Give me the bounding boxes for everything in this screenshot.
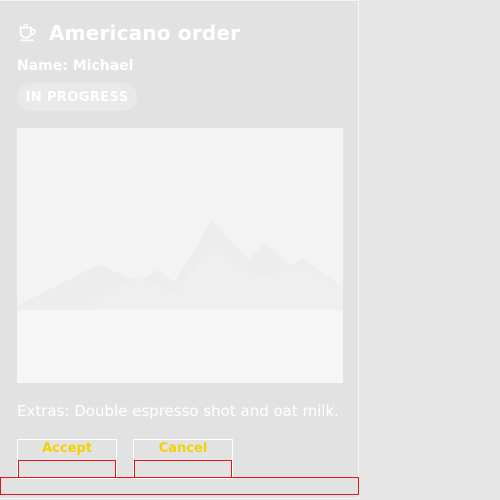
customer-name: Name: Michael [17,58,134,74]
coffee-cup-icon [19,23,36,42]
viewport: Americano order Name: Michael IN PROGRES… [0,0,500,500]
status-badge: IN PROGRESS [17,83,137,111]
image-placeholder [17,128,343,383]
mountain-image [17,128,343,383]
accept-button-label: Accept [38,441,96,456]
accept-button[interactable]: Accept [17,439,117,479]
cancel-button[interactable]: Cancel [133,439,233,479]
order-card: Americano order Name: Michael IN PROGRES… [0,0,359,499]
order-header: Americano order [17,21,240,45]
footer-outline [0,477,359,495]
extras-text: Extras: Double espresso shot and oat mil… [17,402,339,420]
page-title: Americano order [49,21,241,45]
cancel-button-label: Cancel [154,441,212,456]
